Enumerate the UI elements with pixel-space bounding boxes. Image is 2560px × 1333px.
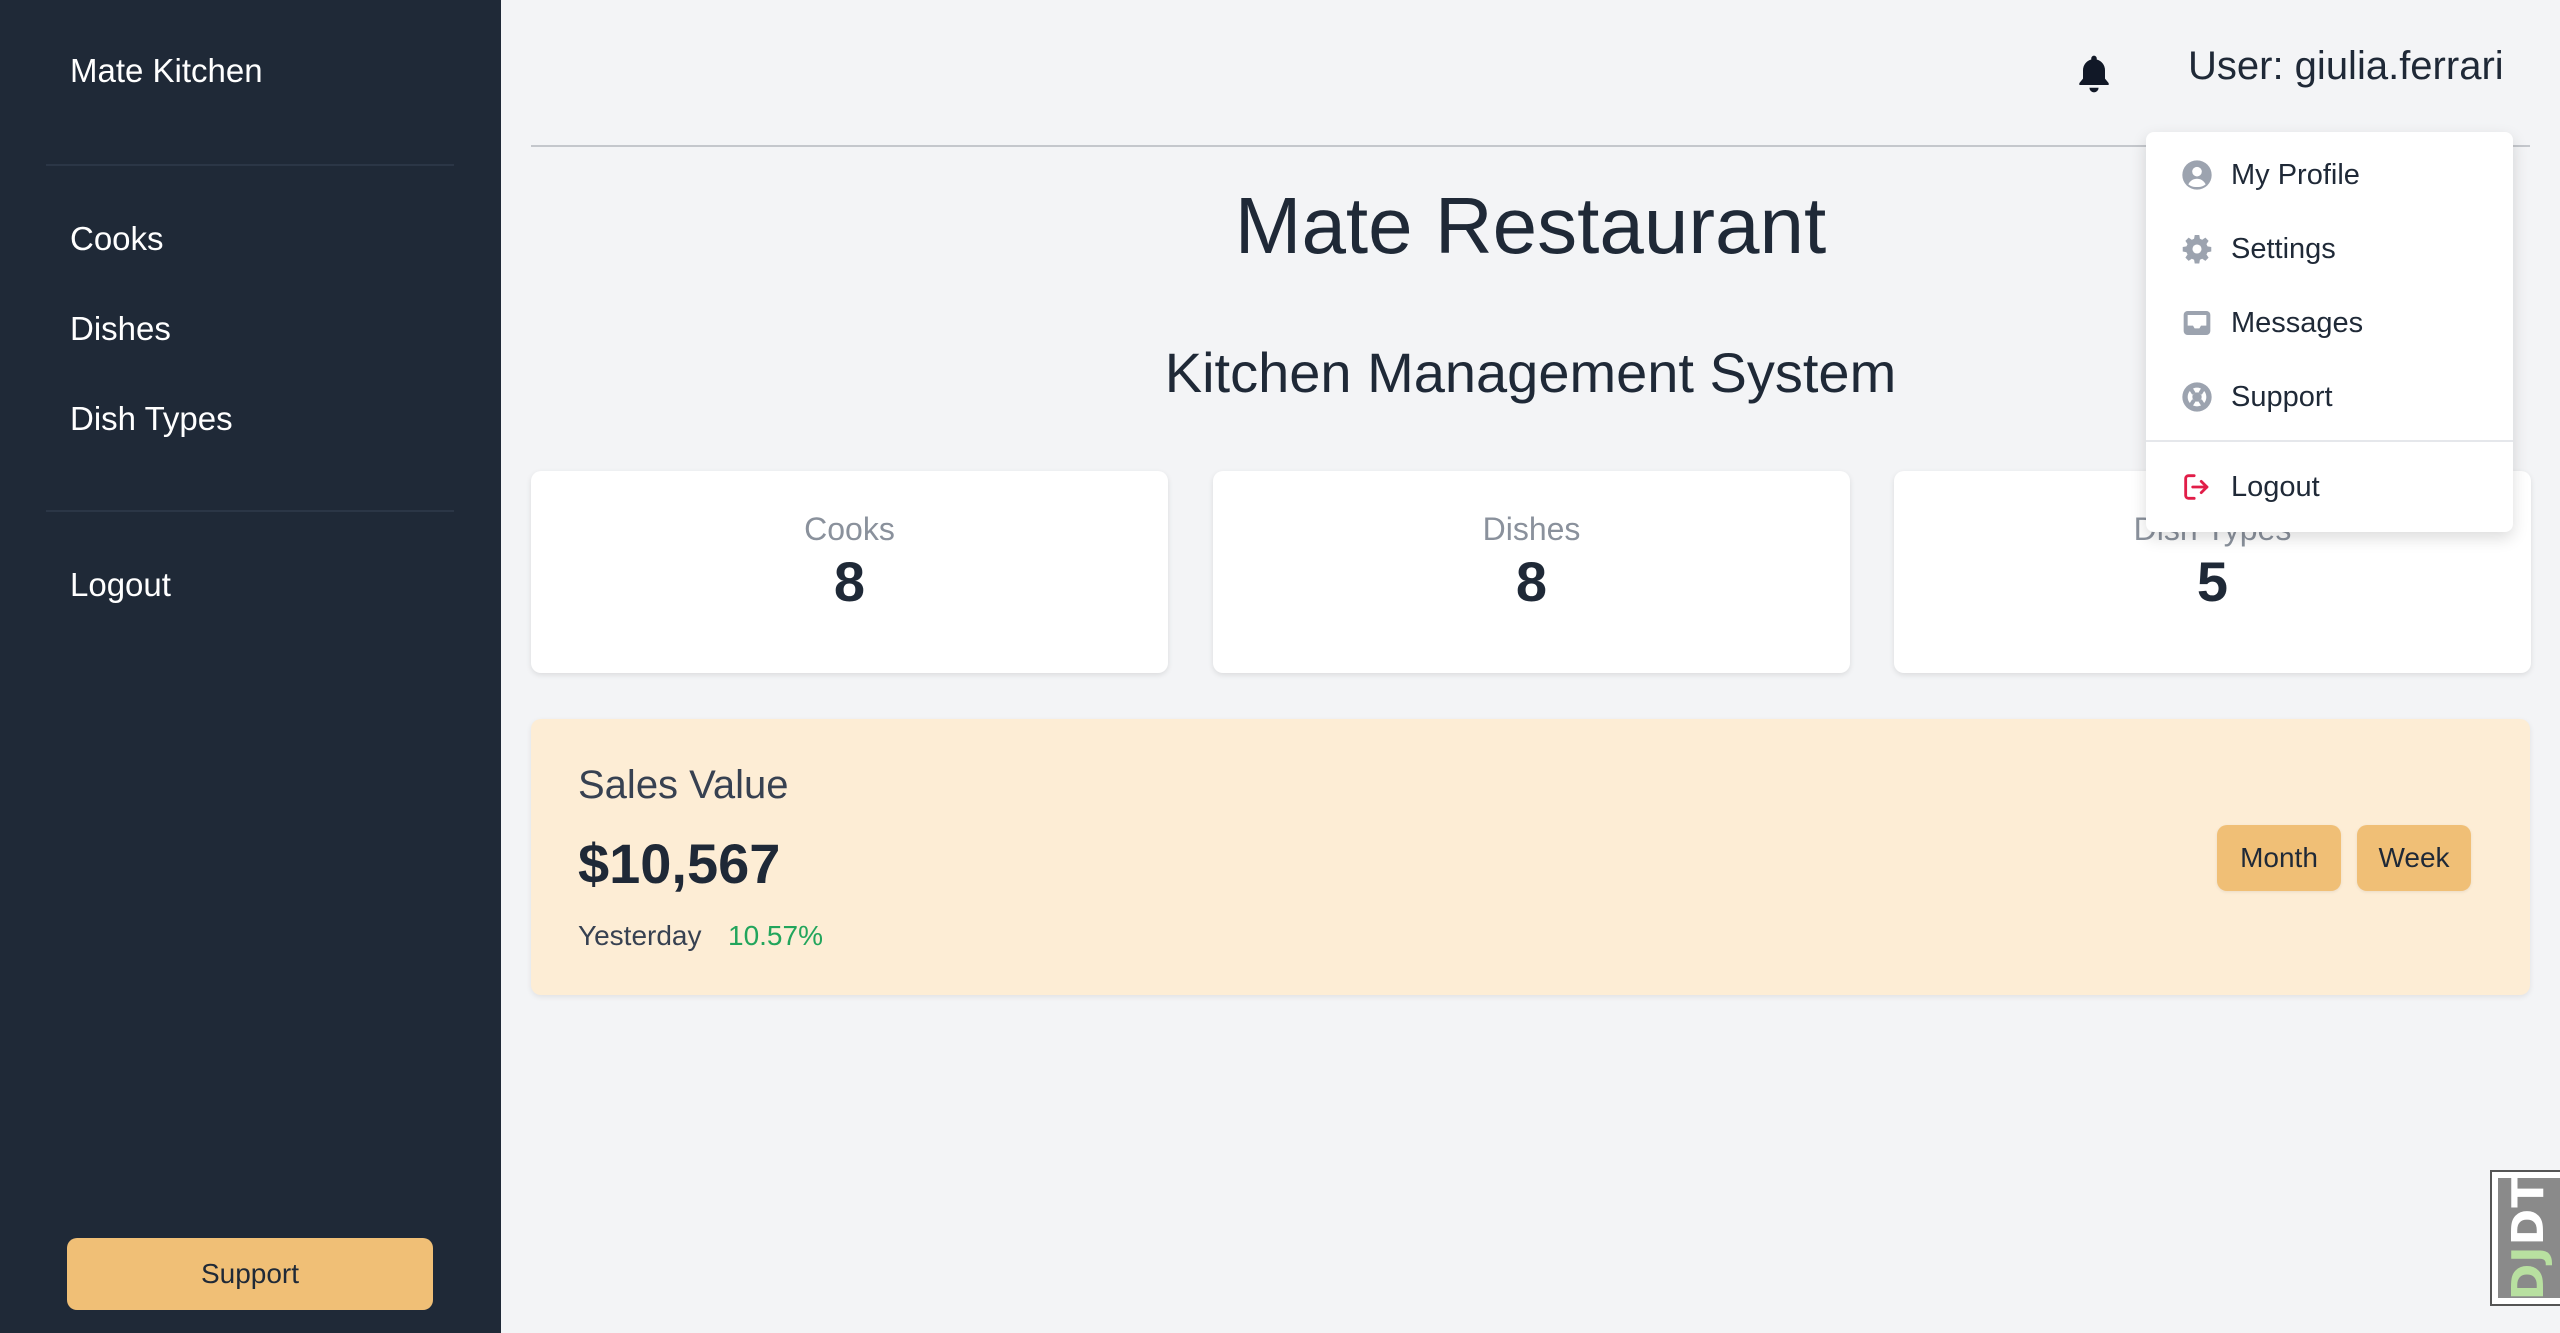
sales-change: 10.57%	[728, 920, 823, 951]
support-button[interactable]: Support	[67, 1238, 433, 1310]
sales-period: Yesterday	[578, 920, 702, 951]
dropdown-item-logout[interactable]: Logout	[2146, 457, 2513, 517]
user-dropdown-menu: My Profile Settings Messages Support Log…	[2146, 132, 2513, 532]
gear-icon	[2180, 232, 2214, 266]
week-button[interactable]: Week	[2357, 825, 2471, 891]
stat-value: 8	[1515, 550, 1548, 613]
stat-label: Cooks	[804, 511, 895, 547]
dropdown-item-messages[interactable]: Messages	[2146, 293, 2513, 353]
dropdown-item-my-profile[interactable]: My Profile	[2146, 145, 2513, 205]
sidebar-item-dishes[interactable]: Dishes	[70, 310, 171, 348]
bell-icon[interactable]	[2072, 52, 2116, 96]
dropdown-item-label: Messages	[2231, 306, 2364, 339]
stat-card-cooks: Cooks 8	[531, 471, 1168, 673]
user-menu-toggle[interactable]: User: giulia.ferrari	[2188, 44, 2504, 89]
sidebar-item-cooks[interactable]: Cooks	[70, 220, 164, 258]
user-circle-icon	[2180, 158, 2214, 192]
sidebar-divider	[46, 164, 454, 166]
sidebar-item-logout[interactable]: Logout	[70, 566, 171, 604]
month-button[interactable]: Month	[2217, 825, 2341, 891]
stat-label: Dishes	[1482, 511, 1581, 547]
dropdown-separator	[2146, 440, 2513, 442]
dropdown-item-settings[interactable]: Settings	[2146, 219, 2513, 279]
sales-panel: Sales Value $10,567 Yesterday 10.57% Mon…	[531, 719, 2530, 995]
dropdown-item-label: Support	[2231, 380, 2333, 413]
debug-toolbar-handle[interactable]: DJDT	[2490, 1170, 2560, 1306]
debug-toolbar-logo: DJDT	[2498, 1176, 2560, 1300]
sales-value: $10,567	[578, 832, 781, 895]
sidebar-item-dish-types[interactable]: Dish Types	[70, 400, 233, 438]
logout-icon	[2180, 470, 2214, 504]
stat-card-dishes: Dishes 8	[1213, 471, 1850, 673]
sales-title: Sales Value	[578, 763, 789, 807]
brand-link[interactable]: Mate Kitchen	[70, 52, 263, 90]
dropdown-item-label: My Profile	[2231, 158, 2360, 191]
dropdown-item-label: Logout	[2231, 470, 2320, 503]
sidebar: Mate Kitchen Cooks Dishes Dish Types Log…	[0, 0, 501, 1333]
sidebar-divider	[46, 510, 454, 512]
inbox-icon	[2180, 306, 2214, 340]
stat-value: 8	[833, 550, 866, 613]
stat-value: 5	[2196, 550, 2229, 613]
dropdown-item-support[interactable]: Support	[2146, 367, 2513, 427]
lifebuoy-icon	[2180, 380, 2214, 414]
dropdown-item-label: Settings	[2231, 232, 2336, 265]
